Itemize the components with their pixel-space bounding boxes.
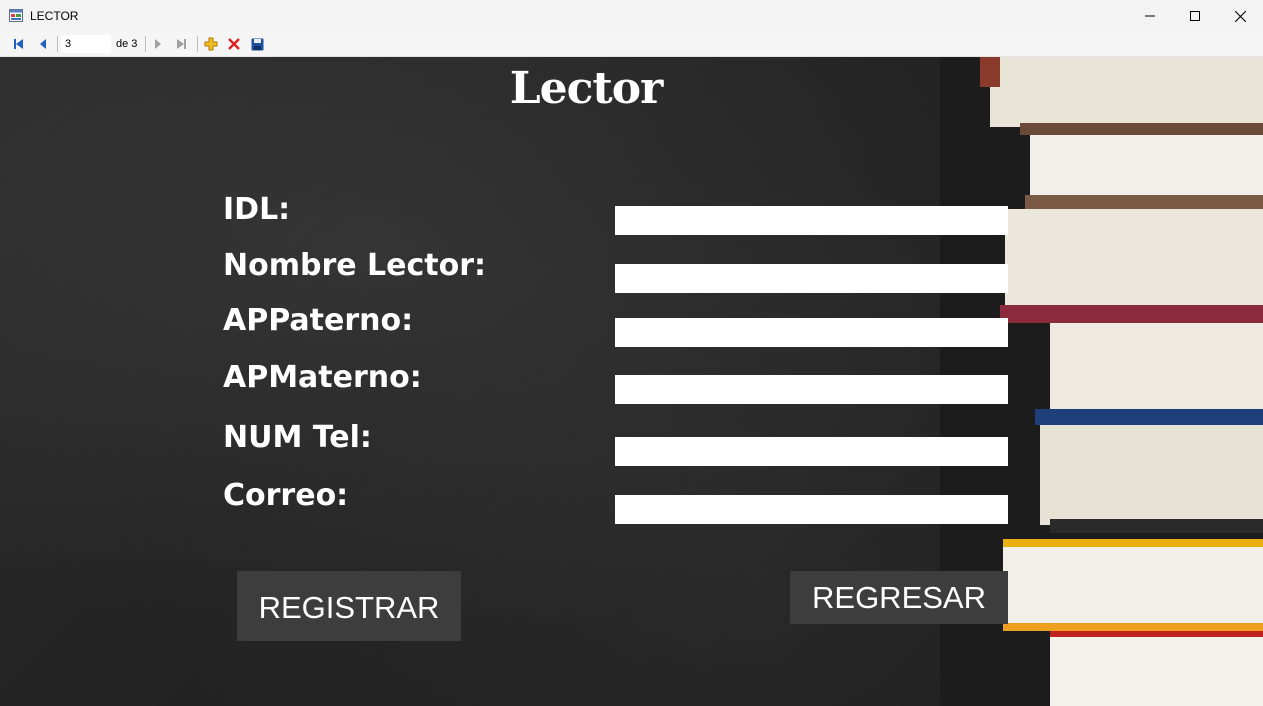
idl-label: IDL:: [223, 192, 291, 227]
window-title-bar: LECTOR: [0, 0, 1263, 32]
save-icon: [251, 38, 263, 50]
correo-field[interactable]: [615, 495, 1008, 524]
nombre-lector-field[interactable]: [615, 264, 1008, 293]
idl-field[interactable]: [615, 206, 1008, 235]
registrar-button[interactable]: REGISTRAR: [237, 571, 461, 641]
appaterno-field[interactable]: [615, 318, 1008, 347]
nombre-lector-label: Nombre Lector:: [223, 248, 487, 283]
toolbar-separator: [197, 36, 198, 52]
move-first-icon: [14, 39, 23, 49]
position-input[interactable]: [61, 35, 111, 53]
window-title: LECTOR: [30, 9, 79, 23]
regresar-button[interactable]: REGRESAR: [790, 571, 1008, 624]
move-previous-icon: [40, 39, 46, 49]
apmaterno-field[interactable]: [615, 375, 1008, 404]
apmaterno-label: APMaterno:: [223, 360, 422, 395]
record-count-label: de 3: [116, 38, 138, 50]
toolbar-separator: [145, 36, 146, 52]
add-icon: [204, 37, 218, 51]
move-next-icon: [155, 39, 161, 49]
delete-icon: [228, 38, 240, 50]
maximize-icon: [1190, 11, 1200, 21]
move-previous-button[interactable]: [34, 36, 52, 52]
correo-label: Correo:: [223, 478, 349, 513]
close-icon: [1234, 10, 1246, 22]
save-button[interactable]: [248, 36, 266, 52]
close-button[interactable]: [1217, 0, 1263, 32]
move-last-icon: [177, 39, 186, 49]
form-title: Lector: [509, 63, 664, 114]
move-first-button[interactable]: [9, 36, 27, 52]
move-last-button[interactable]: [173, 36, 191, 52]
move-next-button[interactable]: [149, 36, 167, 52]
num-tel-field[interactable]: [615, 437, 1008, 466]
app-icon: [9, 9, 23, 22]
form-background: Lector IDL: Nombre Lector: APPaterno: AP…: [0, 57, 1263, 706]
delete-button[interactable]: [225, 36, 243, 52]
toolbar-separator: [57, 36, 58, 52]
maximize-button[interactable]: [1172, 0, 1218, 32]
appaterno-label: APPaterno:: [223, 303, 414, 338]
num-tel-label: NUM Tel:: [223, 420, 372, 455]
minimize-icon: [1145, 15, 1155, 17]
add-new-button[interactable]: [202, 36, 220, 52]
minimize-button[interactable]: [1127, 0, 1173, 32]
binding-navigator: de 3: [0, 32, 1263, 57]
